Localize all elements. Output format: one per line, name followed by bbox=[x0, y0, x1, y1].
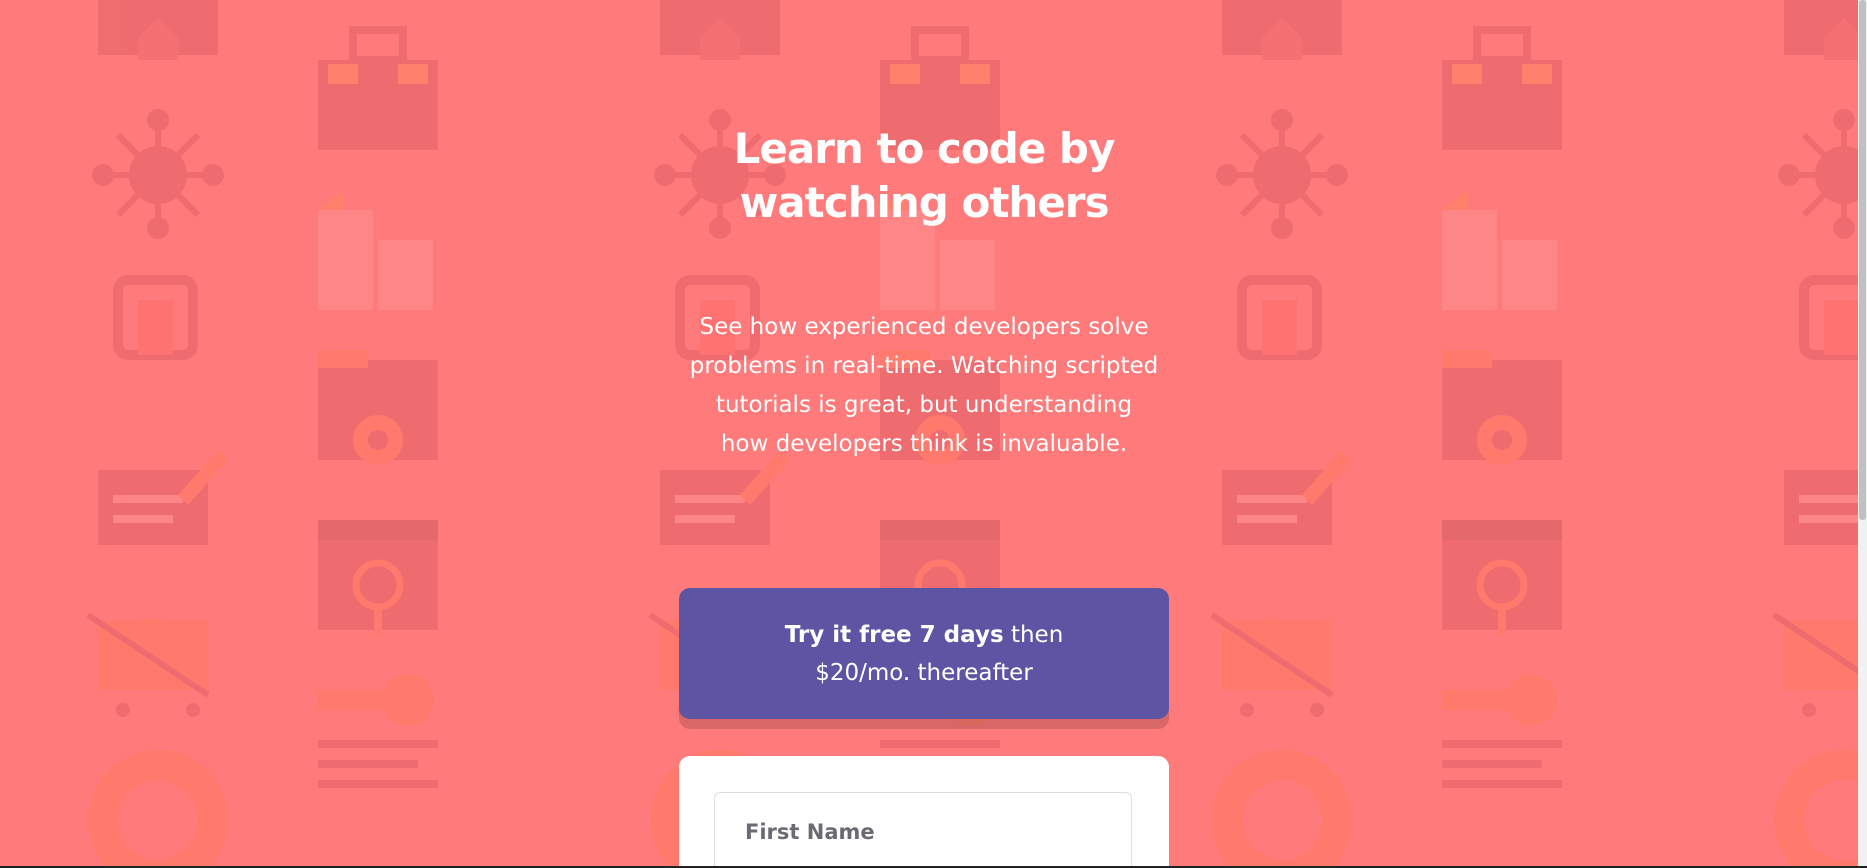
page-title: Learn to code by watching others bbox=[679, 122, 1169, 230]
first-name-field[interactable] bbox=[714, 792, 1132, 868]
trial-offer-line2: $20/mo. thereafter bbox=[815, 659, 1033, 686]
page-title-line2: watching others bbox=[739, 178, 1109, 227]
hero-section: Learn to code by watching others See how… bbox=[679, 0, 1169, 868]
hero-description: See how experienced developers solve pro… bbox=[689, 314, 1159, 457]
trial-offer-banner[interactable]: Try it free 7 days then $20/mo. thereaft… bbox=[679, 588, 1169, 719]
scrollbar-thumb[interactable] bbox=[1859, 0, 1866, 520]
trial-offer-then: then bbox=[1003, 621, 1064, 648]
page-scrollbar[interactable] bbox=[1858, 0, 1867, 868]
signup-form-card bbox=[679, 756, 1169, 868]
page-title-line1: Learn to code by bbox=[733, 124, 1116, 173]
trial-offer-bold: Try it free 7 days bbox=[784, 621, 1004, 648]
trial-offer-line1: Try it free 7 days then bbox=[785, 616, 1064, 654]
